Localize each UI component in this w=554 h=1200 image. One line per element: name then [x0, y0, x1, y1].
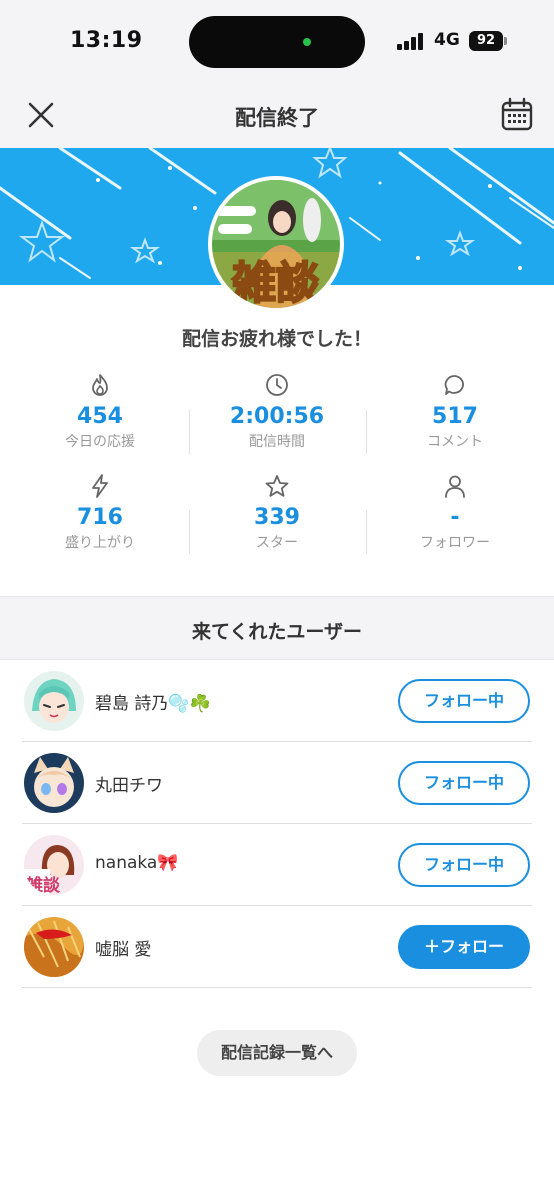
clock-icon	[266, 374, 288, 396]
user-row[interactable]: 丸田チワ フォロー中	[22, 742, 532, 824]
user-name: 嘘脳 愛	[95, 940, 152, 960]
person-icon	[445, 475, 465, 498]
user-name: nanaka🎀	[95, 853, 179, 873]
stat-value: 716	[77, 505, 123, 530]
calendar-icon	[501, 97, 533, 131]
svg-text:雑談: 雑談	[25, 875, 61, 895]
stat-duration: 2:00:56 配信時間	[187, 372, 367, 451]
stat-label: 配信時間	[249, 434, 305, 450]
stat-value: -	[450, 505, 460, 530]
following-button[interactable]: フォロー中	[398, 761, 530, 805]
camera-indicator-dot	[303, 38, 311, 46]
battery-level: 92	[476, 33, 496, 48]
stat-followers: - フォロワー	[365, 473, 545, 552]
stat-cheers: 454 今日の応援	[10, 372, 190, 451]
stat-value: 2:00:56	[229, 404, 325, 429]
users-section-header: 来てくれたユーザー	[0, 596, 554, 660]
users-section-title: 来てくれたユーザー	[191, 621, 363, 643]
stat-label: スター	[256, 535, 298, 551]
following-button[interactable]: フォロー中	[398, 843, 530, 887]
stat-value: 339	[254, 505, 300, 530]
avatar[interactable]: 雑談	[24, 835, 84, 895]
user-row[interactable]: 碧島 詩乃🫧☘️ フォロー中	[22, 660, 532, 742]
status-time: 13:19	[70, 28, 143, 53]
stat-label: 今日の応援	[65, 434, 135, 450]
following-button[interactable]: フォロー中	[398, 679, 530, 723]
thanks-message: 配信お疲れ様でした！	[181, 328, 372, 350]
stat-label: 盛り上がり	[65, 535, 135, 551]
network-type: 4G	[434, 30, 460, 50]
calendar-button[interactable]	[498, 96, 536, 134]
comment-icon	[444, 375, 464, 395]
signal-icon	[397, 32, 427, 50]
stream-history-button[interactable]: 配信記録一覧へ	[197, 1030, 357, 1076]
stat-value: 517	[432, 404, 478, 429]
flame-icon	[92, 374, 108, 396]
svg-text:雑談: 雑談	[231, 258, 320, 308]
page-title: 配信終了	[235, 106, 319, 130]
user-row[interactable]: 嘘脳 愛 ＋フォロー	[22, 906, 532, 988]
stat-label: フォロワー	[420, 535, 490, 551]
streamer-avatar: 雑談	[208, 176, 344, 312]
star-icon	[265, 475, 289, 497]
dynamic-island	[189, 16, 365, 68]
battery-icon: 92	[469, 31, 503, 51]
stat-label: コメント	[427, 434, 483, 450]
avatar[interactable]	[24, 671, 84, 731]
avatar[interactable]	[24, 917, 84, 977]
user-row[interactable]: 雑談 nanaka🎀 フォロー中	[22, 824, 532, 906]
follow-button[interactable]: ＋フォロー	[398, 925, 530, 969]
user-name: 碧島 詩乃🫧☘️	[95, 694, 211, 714]
status-bar: 13:19 4G 92	[0, 0, 554, 80]
avatar[interactable]	[24, 753, 84, 813]
stat-comments: 517 コメント	[365, 372, 545, 451]
user-name: 丸田チワ	[95, 776, 163, 796]
battery-tip	[504, 37, 507, 45]
stat-value: 454	[77, 404, 123, 429]
lightning-icon	[92, 474, 108, 498]
stat-stars: 339 スター	[187, 473, 367, 552]
nav-bar: 配信終了	[0, 80, 554, 148]
stat-excitement: 716 盛り上がり	[10, 473, 190, 552]
